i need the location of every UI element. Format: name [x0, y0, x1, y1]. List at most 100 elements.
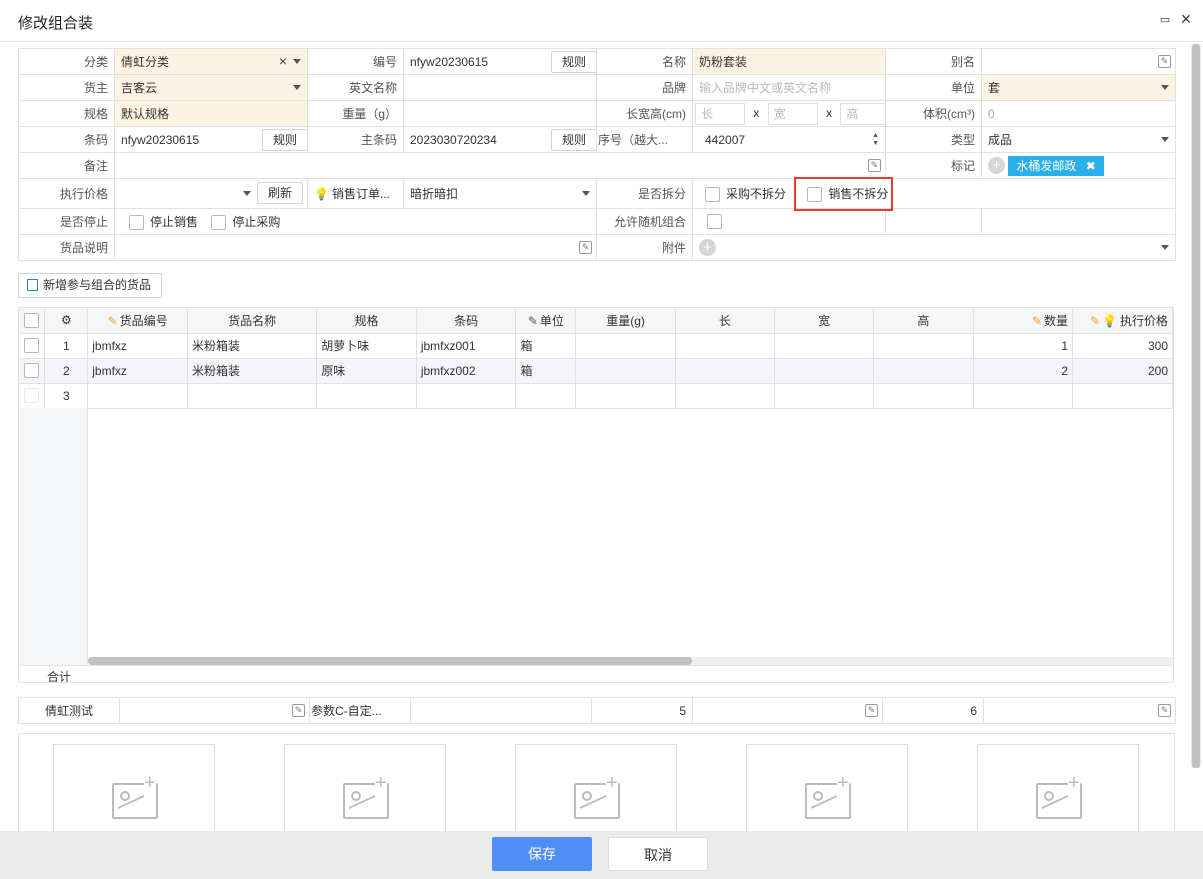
edit-icon[interactable]: ✎: [1158, 55, 1171, 68]
add-attachment-icon[interactable]: +: [699, 239, 716, 256]
table-row[interactable]: 3: [19, 383, 1173, 409]
custom-field-3-value[interactable]: 5: [591, 697, 693, 724]
stepper-icon[interactable]: ▲ ▼: [872, 132, 879, 148]
col-header-unit[interactable]: ✎ 单位: [515, 308, 577, 334]
en-name-label: 英文名称: [307, 74, 404, 101]
col-header-height[interactable]: 高: [873, 308, 974, 334]
custom-field-5-value[interactable]: 6: [882, 697, 984, 724]
image-upload-slot[interactable]: +: [284, 744, 446, 833]
mark-tag[interactable]: 水桶发邮政 ✖: [1008, 155, 1104, 176]
add-mark-icon[interactable]: +: [988, 157, 1005, 174]
unit-select[interactable]: 套: [981, 74, 1176, 101]
code-input[interactable]: nfyw20230615 规则: [403, 48, 597, 75]
width-input[interactable]: 宽: [767, 102, 818, 125]
barcode-label: 条码: [18, 126, 115, 153]
edit-icon[interactable]: ✎: [868, 159, 881, 172]
custom-field-6-input[interactable]: ✎: [983, 697, 1176, 724]
col-header-width[interactable]: 宽: [774, 308, 875, 334]
name-label: 名称: [596, 48, 693, 75]
height-input[interactable]: 高: [840, 102, 885, 125]
edit-icon[interactable]: ✎: [1158, 704, 1171, 717]
col-header-spec[interactable]: 规格: [316, 308, 417, 334]
attachment-field[interactable]: +: [692, 234, 1176, 261]
chevron-down-icon[interactable]: [582, 191, 590, 196]
row-checkbox[interactable]: [19, 333, 46, 359]
random-combo-checkbox[interactable]: [692, 208, 886, 235]
desc-input[interactable]: ✎: [114, 234, 597, 261]
save-button[interactable]: 保存: [492, 837, 592, 871]
spec-input[interactable]: 默认规格: [114, 100, 308, 127]
close-icon[interactable]: ×: [1178, 10, 1194, 28]
category-select[interactable]: 倩虹分类 ×: [114, 48, 308, 75]
table-row[interactable]: 2 jbmfxz 米粉箱装 原味 jbmfxz002 箱 2 200: [19, 358, 1173, 384]
row-checkbox[interactable]: [19, 358, 46, 384]
exec-price-select[interactable]: 刷新: [114, 178, 308, 209]
stop-sales-checkbox[interactable]: 停止销售: [129, 215, 198, 231]
main-barcode-input[interactable]: 2023030720234 规则: [403, 126, 597, 153]
weight-input[interactable]: [403, 100, 597, 127]
stop-label: 是否停止: [18, 208, 115, 235]
edit-icon[interactable]: ✎: [292, 704, 305, 717]
split-label: 是否拆分: [596, 178, 693, 209]
discount-select[interactable]: 暗折暗扣: [403, 178, 597, 209]
remark-input[interactable]: ✎: [114, 152, 886, 179]
chevron-down-icon[interactable]: [1161, 245, 1169, 250]
purchase-no-split-checkbox[interactable]: 采购不拆分: [705, 187, 786, 203]
type-select[interactable]: 成品: [981, 126, 1176, 153]
dialog-footer: 保存 取消: [0, 831, 1203, 879]
refresh-button[interactable]: 刷新: [257, 182, 304, 204]
col-header-barcode[interactable]: 条码: [416, 308, 517, 334]
image-upload-slot[interactable]: +: [977, 744, 1139, 833]
image-upload-slot[interactable]: +: [515, 744, 677, 833]
col-header-price[interactable]: ✎ 💡 执行价格: [1072, 308, 1173, 334]
chevron-down-icon[interactable]: [243, 191, 251, 196]
code-rule-button[interactable]: 规则: [551, 51, 596, 73]
maximize-icon[interactable]: ▭: [1158, 13, 1172, 27]
chevron-down-icon[interactable]: [1161, 85, 1169, 90]
col-header-weight[interactable]: 重量(g): [575, 308, 676, 334]
horizontal-scrollbar[interactable]: [88, 657, 1173, 665]
col-header-name[interactable]: 货品名称: [187, 308, 318, 334]
clear-icon[interactable]: ×: [279, 53, 287, 69]
select-all-checkbox[interactable]: [19, 308, 46, 334]
table-row[interactable]: 1 jbmfxz 米粉箱装 胡萝卜味 jbmfxz001 箱 1 300: [19, 333, 1173, 359]
exec-price-label: 执行价格: [18, 178, 115, 209]
main-barcode-rule-button[interactable]: 规则: [551, 129, 596, 151]
volume-value: 0: [981, 100, 1176, 127]
dialog-titlebar: 修改组合装 ▭ ×: [0, 0, 1203, 42]
en-name-input[interactable]: [403, 74, 597, 101]
owner-label: 货主: [18, 74, 115, 101]
image-upload-slot[interactable]: +: [53, 744, 215, 833]
serial-input[interactable]: 442007 ▲ ▼: [692, 126, 886, 153]
col-header-code[interactable]: ✎ 货品编号: [87, 308, 188, 334]
col-header-qty[interactable]: ✎ 数量: [973, 308, 1074, 334]
barcode-rule-button[interactable]: 规则: [262, 129, 307, 151]
chevron-down-icon[interactable]: [293, 85, 301, 90]
lwh-inputs: 长 x 宽 x 高: [692, 100, 886, 127]
brand-input[interactable]: 输入品牌中文或英文名称: [692, 74, 886, 101]
barcode-input[interactable]: nfyw20230615 规则: [114, 126, 308, 153]
alias-input[interactable]: ✎: [981, 48, 1176, 75]
custom-field-4-input[interactable]: ✎: [692, 697, 883, 724]
vertical-scrollbar[interactable]: [1191, 44, 1201, 768]
split-options: 采购不拆分 销售不拆分: [692, 178, 1176, 209]
add-goods-button[interactable]: 新增参与组合的货品: [18, 273, 163, 298]
stop-purchase-checkbox[interactable]: 停止采购: [211, 215, 280, 231]
chevron-down-icon[interactable]: [1161, 137, 1169, 142]
row-checkbox[interactable]: [19, 383, 46, 409]
image-upload-slot[interactable]: +: [746, 744, 908, 833]
chevron-down-icon[interactable]: [293, 59, 301, 64]
type-label: 类型: [885, 126, 982, 153]
edit-icon[interactable]: ✎: [865, 704, 878, 717]
cancel-button[interactable]: 取消: [608, 837, 708, 871]
custom-field-2-input[interactable]: [410, 697, 592, 724]
stop-options: 停止销售 停止采购: [114, 208, 597, 235]
edit-icon[interactable]: ✎: [579, 241, 592, 254]
length-input[interactable]: 长: [695, 102, 745, 125]
owner-select[interactable]: 吉客云: [114, 74, 308, 101]
mark-label: 标记: [885, 152, 982, 179]
gear-icon[interactable]: ⚙: [44, 308, 89, 334]
name-input[interactable]: 奶粉套装: [692, 48, 886, 75]
col-header-length[interactable]: 长: [675, 308, 776, 334]
custom-field-1-input[interactable]: ✎: [119, 697, 310, 724]
